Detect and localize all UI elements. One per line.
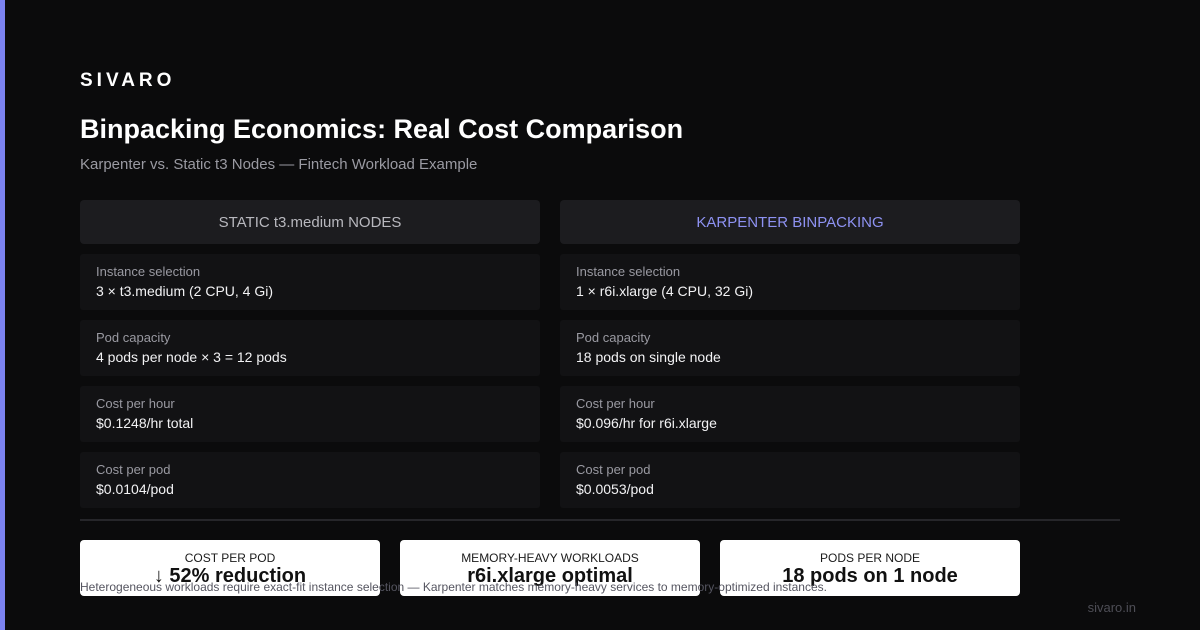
static-nodes-column: STATIC t3.medium NODES Instance selectio… — [80, 200, 540, 508]
row-label: Cost per pod — [576, 462, 651, 477]
karpenter-header: KARPENTER BINPACKING — [560, 200, 1020, 244]
stat-label: COST PER POD — [184, 551, 276, 565]
static-instance-selection-row: Instance selection 3 × t3.medium (2 CPU,… — [80, 254, 540, 310]
row-label: Cost per hour — [96, 396, 175, 411]
footnote: Heterogeneous workloads require exact-fi… — [80, 580, 827, 594]
row-label: Cost per pod — [96, 462, 171, 477]
karpenter-column: KARPENTER BINPACKING Instance selection … — [560, 200, 1020, 508]
karpenter-instance-selection-row: Instance selection 1 × r6i.xlarge (4 CPU… — [560, 254, 1020, 310]
page-title: Binpacking Economics: Real Cost Comparis… — [80, 114, 684, 144]
row-label: Instance selection — [576, 264, 681, 279]
site-url: sivaro.in — [1087, 600, 1136, 615]
stat-label: MEMORY-HEAVY WORKLOADS — [461, 551, 639, 565]
row-value: $0.1248/hr total — [96, 415, 194, 431]
karpenter-cost-per-pod-row: Cost per pod $0.0053/pod — [560, 452, 1020, 508]
row-value: $0.0104/pod — [96, 481, 174, 497]
row-label: Instance selection — [96, 264, 201, 279]
row-value: $0.096/hr for r6i.xlarge — [576, 415, 717, 431]
brand-logo: SIVARO — [80, 70, 176, 91]
section-divider — [80, 519, 1120, 521]
page-subtitle: Karpenter vs. Static t3 Nodes — Fintech … — [80, 156, 478, 173]
row-value: 1 × r6i.xlarge (4 CPU, 32 Gi) — [576, 283, 754, 299]
row-label: Pod capacity — [576, 330, 651, 345]
static-pod-capacity-row: Pod capacity 4 pods per node × 3 = 12 po… — [80, 320, 540, 376]
static-cost-per-pod-row: Cost per pod $0.0104/pod — [80, 452, 540, 508]
row-value: $0.0053/pod — [576, 481, 654, 497]
row-value: 18 pods on single node — [576, 349, 721, 365]
row-label: Pod capacity — [96, 330, 171, 345]
stat-label: PODS PER NODE — [819, 551, 921, 565]
static-nodes-header: STATIC t3.medium NODES — [80, 200, 540, 244]
static-cost-per-hour-row: Cost per hour $0.1248/hr total — [80, 386, 540, 442]
karpenter-cost-per-hour-row: Cost per hour $0.096/hr for r6i.xlarge — [560, 386, 1020, 442]
karpenter-pod-capacity-row: Pod capacity 18 pods on single node — [560, 320, 1020, 376]
accent-bar — [0, 0, 5, 630]
row-value: 4 pods per node × 3 = 12 pods — [96, 349, 287, 365]
row-label: Cost per hour — [576, 396, 655, 411]
row-value: 3 × t3.medium (2 CPU, 4 Gi) — [96, 283, 274, 299]
